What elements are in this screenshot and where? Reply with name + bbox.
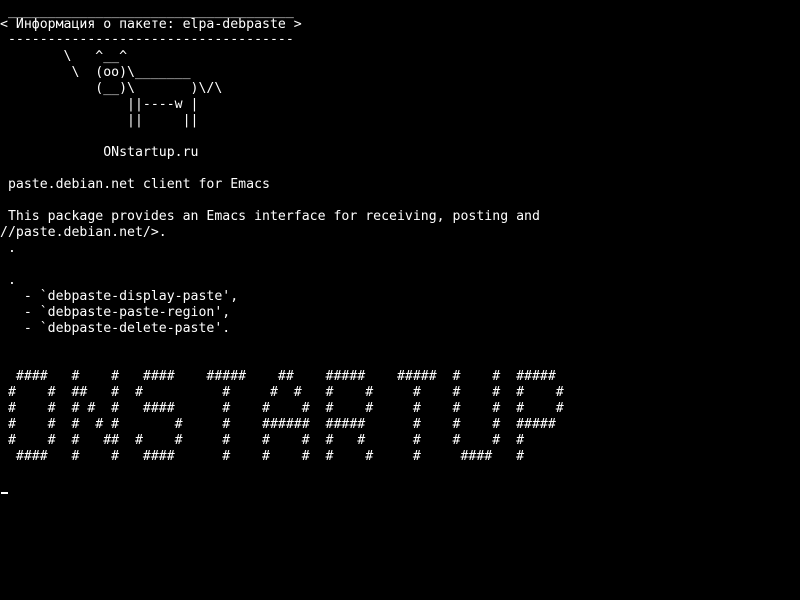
cowsay-border-bottom: ------------------------------------: [0, 32, 294, 47]
command-item: - `debpaste-delete-paste'.: [0, 321, 231, 336]
cow-line-4: ||----w |: [0, 97, 199, 112]
command-item: - `debpaste-paste-region',: [0, 305, 231, 320]
terminal-screen: ____________________________________ < И…: [0, 0, 800, 600]
banner-line-2: # # ## # # # # # # # # # # # #: [0, 385, 564, 400]
package-description-line-2: //paste.debian.net/>.: [0, 225, 167, 240]
banner-line-5: # # # ## # # # # # # # # # # #: [0, 433, 525, 448]
cow-line-1: \ ^__^: [0, 49, 128, 64]
cow-line-2: \ (oo)\_______: [0, 65, 191, 80]
banner-line-6: #### # # #### # # # # # # #### #: [0, 449, 525, 464]
description-dot-2: .: [0, 273, 16, 288]
package-summary: paste.debian.net client for Emacs: [0, 177, 270, 192]
cow-line-5: || ||: [0, 113, 199, 128]
site-name: ONstartup.ru: [0, 145, 199, 160]
text-cursor[interactable]: [1, 492, 8, 494]
cow-line-3: (__)\ )\/\: [0, 81, 223, 96]
banner-line-3: # # # # # #### # # # # # # # # # #: [0, 401, 564, 416]
description-dot-1: .: [0, 241, 16, 256]
banner-line-1: #### # # #### ##### ## ##### ##### # # #…: [0, 369, 556, 384]
cowsay-title: < Информация о пакете: elpa-debpaste >: [0, 17, 302, 32]
command-item: - `debpaste-display-paste',: [0, 289, 239, 304]
banner-line-4: # # # # # # # ###### ##### # # # #####: [0, 417, 556, 432]
package-description-line-1: This package provides an Emacs interface…: [0, 209, 540, 224]
